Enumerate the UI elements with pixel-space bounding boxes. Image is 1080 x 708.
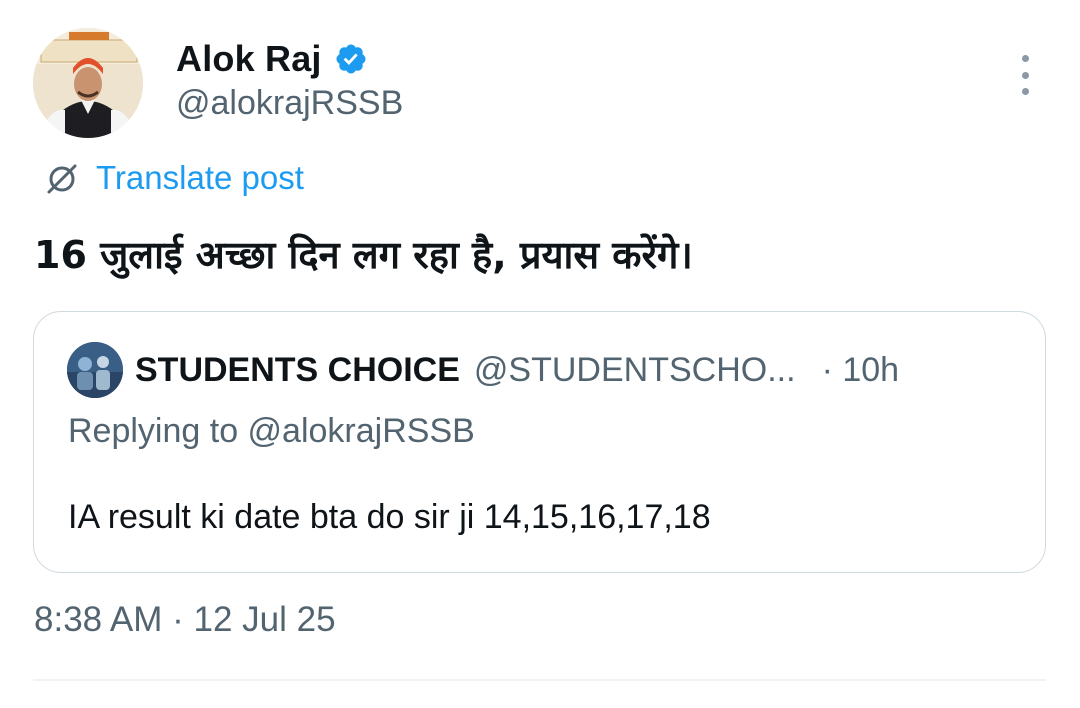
translate-post-link[interactable]: Translate post: [96, 159, 304, 197]
author-display-name[interactable]: Alok Raj: [176, 38, 322, 80]
quoted-post-card[interactable]: STUDENTS CHOICE @STUDENTSCHO... · 10h Re…: [33, 311, 1046, 573]
more-dot: [1021, 71, 1029, 79]
author-avatar[interactable]: [33, 28, 143, 138]
translate-icon: [42, 158, 82, 198]
quoted-time: · 10h: [821, 350, 900, 389]
divider: [33, 679, 1046, 681]
verified-badge-icon[interactable]: [334, 42, 368, 76]
author-handle[interactable]: @alokrajRSSB: [176, 84, 403, 123]
author-name-row: Alok Raj: [176, 36, 368, 82]
quoted-replying-to: Replying to @alokrajRSSB: [68, 412, 475, 450]
post-timestamp[interactable]: 8:38 AM · 12 Jul 25: [34, 600, 336, 640]
quoted-handle[interactable]: @STUDENTSCHO...: [474, 351, 796, 390]
post-text: 16 जुलाई अच्छा दिन लग रहा है, प्रयास करे…: [34, 233, 693, 277]
more-dot: [1021, 55, 1029, 62]
more-dot: [1021, 88, 1029, 95]
quoted-header: STUDENTS CHOICE @STUDENTSCHO... · 10h: [135, 348, 899, 392]
quoted-author-avatar[interactable]: [67, 342, 123, 398]
more-options-icon[interactable]: [1012, 55, 1038, 95]
quoted-post-text: IA result ki date bta do sir ji 14,15,16…: [68, 498, 711, 536]
avatar-image: [33, 28, 143, 138]
translate-row[interactable]: Translate post: [42, 156, 304, 200]
quoted-display-name[interactable]: STUDENTS CHOICE: [135, 351, 460, 390]
quoted-avatar-image: [67, 342, 123, 398]
